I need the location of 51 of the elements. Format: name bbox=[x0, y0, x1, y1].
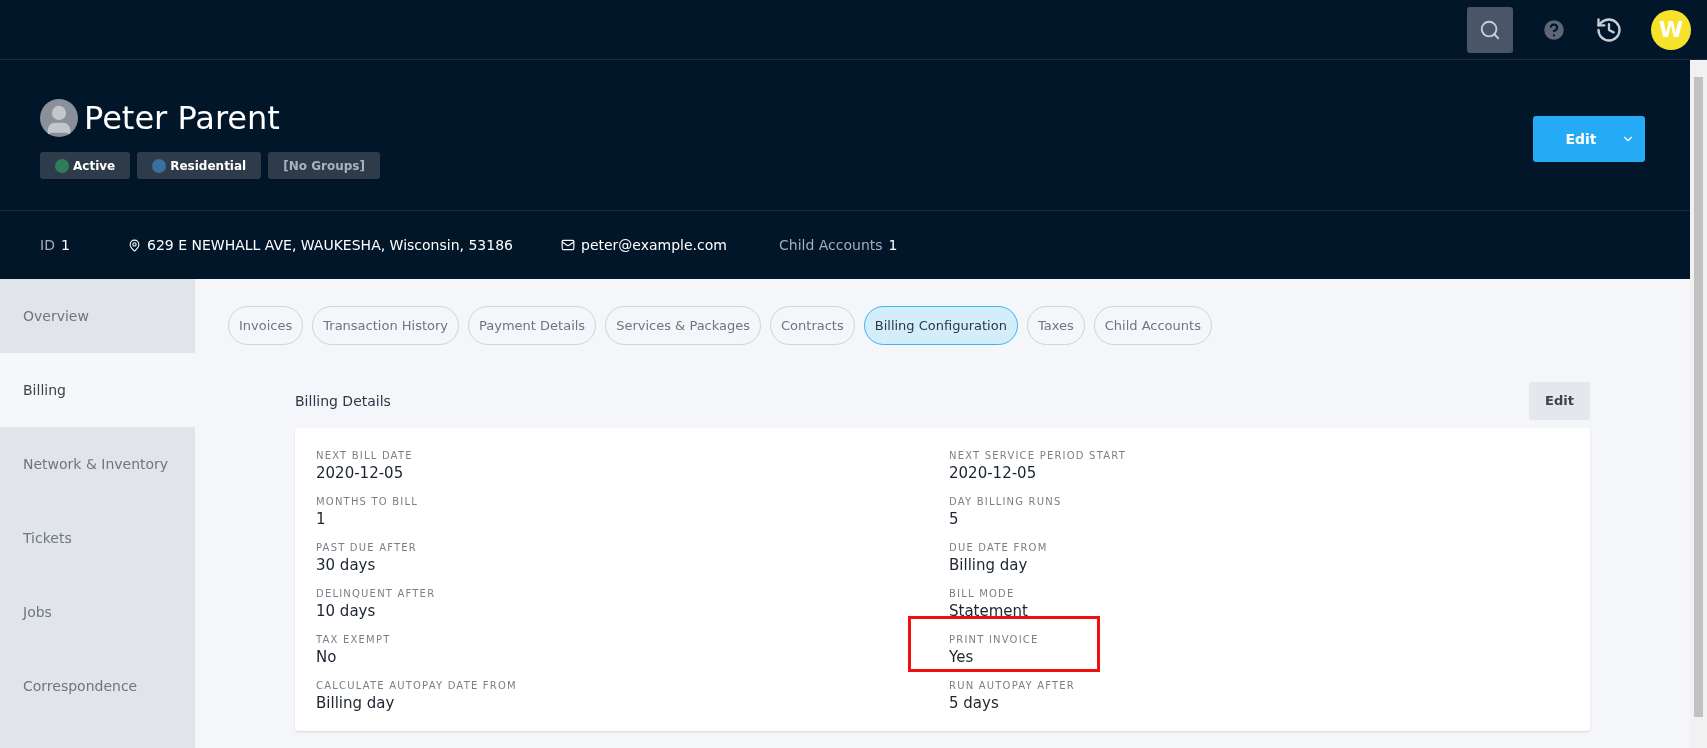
sidebar-item[interactable]: Correspondence bbox=[0, 649, 195, 723]
field-value: 1 bbox=[316, 509, 327, 529]
field-label: DELINQUENT AFTER bbox=[316, 587, 437, 601]
status-tag: Active bbox=[40, 152, 131, 179]
profile-avatar-icon bbox=[40, 99, 78, 137]
field-value: 2020-12-05 bbox=[949, 463, 1038, 483]
field-value: Billing day bbox=[949, 555, 1029, 575]
field-label: DAY BILLING RUNS bbox=[949, 495, 1063, 509]
scrollbar-thumb[interactable] bbox=[1694, 77, 1703, 717]
sidebar-item[interactable]: Network & Inventory bbox=[0, 427, 195, 501]
edit-split-button[interactable]: Edit bbox=[1533, 116, 1645, 162]
info-label: ID bbox=[40, 235, 55, 255]
location-pin-icon bbox=[128, 238, 141, 252]
field-label: NEXT BILL DATE bbox=[316, 449, 414, 463]
field-value: 2020-12-05 bbox=[316, 463, 405, 483]
field-value: 5 days bbox=[949, 693, 1000, 713]
edit-button[interactable]: Edit bbox=[1529, 382, 1590, 420]
history-icon[interactable] bbox=[1595, 15, 1623, 44]
sidebar-item[interactable]: Jobs bbox=[0, 575, 195, 649]
sidebar-item[interactable]: Overview bbox=[0, 279, 195, 353]
info-label: Child Accounts bbox=[779, 235, 883, 255]
field-label: DUE DATE FROM bbox=[949, 541, 1049, 555]
mail-icon bbox=[561, 238, 575, 252]
email-text: peter@example.com bbox=[581, 235, 727, 255]
status-tag: [No Groups] bbox=[268, 152, 380, 179]
field-value: Yes bbox=[949, 647, 975, 667]
info-value: 1 bbox=[60, 235, 70, 255]
field-value: 5 bbox=[949, 509, 960, 529]
field-label: TAX EXEMPT bbox=[316, 633, 392, 647]
field-label: BILL MODE bbox=[949, 587, 1016, 601]
address-text: 629 E NEWHALL AVE, WAUKESHA, Wisconsin, 53186 bbox=[147, 235, 513, 255]
section-title: Billing Details bbox=[295, 391, 391, 411]
field-label: PAST DUE AFTER bbox=[316, 541, 418, 555]
status-tag: Residential bbox=[137, 152, 262, 179]
field-value: No bbox=[316, 647, 338, 667]
field-value: 30 days bbox=[316, 555, 377, 575]
account-name: Peter Parent bbox=[84, 98, 280, 138]
sidebar-item[interactable]: Tickets bbox=[0, 501, 195, 575]
field-label: NEXT SERVICE PERIOD START bbox=[949, 449, 1127, 463]
field-label: RUN AUTOPAY AFTER bbox=[949, 679, 1076, 693]
field-label: PRINT INVOICE bbox=[949, 633, 1040, 647]
search-button[interactable] bbox=[1467, 6, 1513, 53]
field-value: Statement bbox=[949, 601, 1028, 621]
field-value: Billing day bbox=[316, 693, 396, 713]
field-label: CALCULATE AUTOPAY DATE FROM bbox=[316, 679, 518, 693]
field-label: MONTHS TO BILL bbox=[316, 495, 420, 509]
search-icon bbox=[1479, 18, 1501, 41]
field-value: 10 days bbox=[316, 601, 377, 621]
sidebar-item[interactable]: Billing bbox=[0, 353, 195, 427]
info-value: 1 bbox=[888, 235, 898, 255]
tab[interactable]: Billing Configuration bbox=[863, 306, 1018, 345]
